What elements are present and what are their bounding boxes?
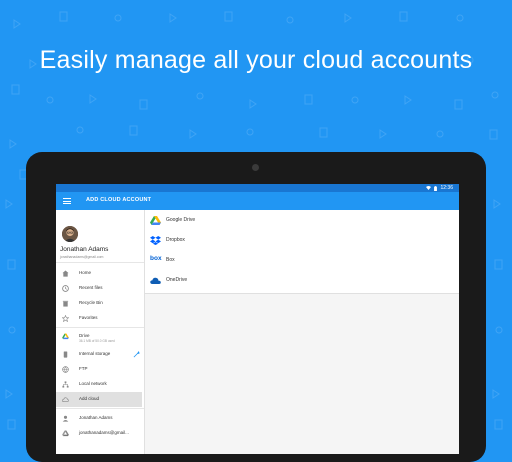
sidebar-item-label: Recycle Bin	[79, 300, 103, 305]
cloud-item-label: Box	[166, 257, 175, 263]
cloud-service-list: Google Drive Dropbox box Box OneDrive	[145, 210, 459, 294]
star-icon	[62, 315, 69, 322]
tablet-camera	[252, 164, 259, 171]
sidebar-item-drive-account[interactable]: jonathanadams@gmail...	[56, 426, 142, 441]
sidebar-item-label: Local network	[79, 381, 107, 386]
cloud-item-label: Dropbox	[166, 237, 185, 243]
user-name: Jonathan Adams	[60, 246, 109, 253]
divider	[56, 408, 144, 409]
sidebar-item-recycle-bin[interactable]: Recycle Bin	[56, 296, 142, 311]
cloud-item-onedrive[interactable]: OneDrive	[145, 270, 459, 290]
phone-icon	[63, 351, 68, 358]
cloud-item-google-drive[interactable]: Google Drive	[145, 210, 459, 230]
status-time: 12:36	[440, 185, 453, 191]
onedrive-icon	[150, 277, 161, 284]
user-email: jonathanadams@gmail.com	[60, 255, 104, 259]
sidebar-item-label: Jonathan Adams	[79, 415, 113, 420]
sidebar-item-drive[interactable]: Drive 36.1 MB of 50.0 GB used	[56, 329, 142, 347]
google-drive-icon	[150, 216, 161, 225]
navigation-drawer: Jonathan Adams jonathanadams@gmail.com H…	[56, 210, 145, 454]
sidebar-item-label: jonathanadams@gmail...	[79, 430, 129, 435]
person-icon	[62, 415, 69, 422]
cloud-item-dropbox[interactable]: Dropbox	[145, 230, 459, 250]
sidebar-item-favorites[interactable]: Favorites	[56, 311, 142, 326]
sidebar-item-account[interactable]: Jonathan Adams	[56, 411, 142, 426]
dropbox-icon	[150, 236, 161, 245]
box-icon: box	[150, 255, 162, 262]
trash-icon	[62, 300, 69, 307]
divider	[56, 327, 144, 328]
drive-usage: 36.1 MB of 50.0 GB used	[79, 339, 115, 343]
app-screen: 12:36 ADD CLOUD ACCOUNT Jonathan Adams j…	[56, 184, 459, 454]
cloud-item-box[interactable]: box Box	[145, 250, 459, 270]
sidebar-item-label: Add cloud	[79, 396, 100, 401]
main-content: Google Drive Dropbox box Box OneDrive	[145, 210, 459, 454]
menu-icon[interactable]	[63, 198, 71, 204]
sidebar-item-ftp[interactable]: FTP	[56, 362, 142, 377]
drive-icon	[62, 333, 69, 340]
clock-icon	[62, 285, 69, 292]
sidebar-item-internal-storage[interactable]: Internal storage	[56, 347, 142, 362]
drive-icon	[62, 430, 69, 437]
sidebar-item-label: Recent files	[79, 285, 103, 290]
sidebar-item-home[interactable]: Home	[56, 266, 142, 281]
battery-icon	[434, 185, 438, 191]
clean-icon[interactable]	[133, 351, 140, 358]
divider	[56, 262, 144, 263]
sidebar-item-local-network[interactable]: Local network	[56, 377, 142, 392]
sidebar-item-label: Internal storage	[79, 351, 111, 356]
globe-icon	[62, 366, 69, 373]
sidebar-item-label: Home	[79, 270, 92, 275]
headline: Easily manage all your cloud accounts	[39, 46, 473, 74]
sidebar-item-label: Drive	[79, 333, 90, 338]
home-icon	[62, 270, 69, 277]
sidebar-item-add-cloud[interactable]: Add cloud	[56, 392, 142, 407]
wifi-icon	[426, 186, 432, 190]
status-bar: 12:36	[56, 184, 459, 192]
app-bar-title: ADD CLOUD ACCOUNT	[86, 197, 152, 203]
sidebar-item-recent-files[interactable]: Recent files	[56, 281, 142, 296]
avatar[interactable]	[62, 226, 78, 242]
sidebar-item-label: FTP	[79, 366, 88, 371]
network-icon	[62, 381, 69, 388]
sidebar-item-label: Favorites	[79, 315, 98, 320]
cloud-item-label: OneDrive	[166, 277, 188, 283]
cloud-icon	[62, 397, 69, 402]
cloud-item-label: Google Drive	[166, 217, 196, 223]
app-bar: ADD CLOUD ACCOUNT	[56, 192, 459, 210]
